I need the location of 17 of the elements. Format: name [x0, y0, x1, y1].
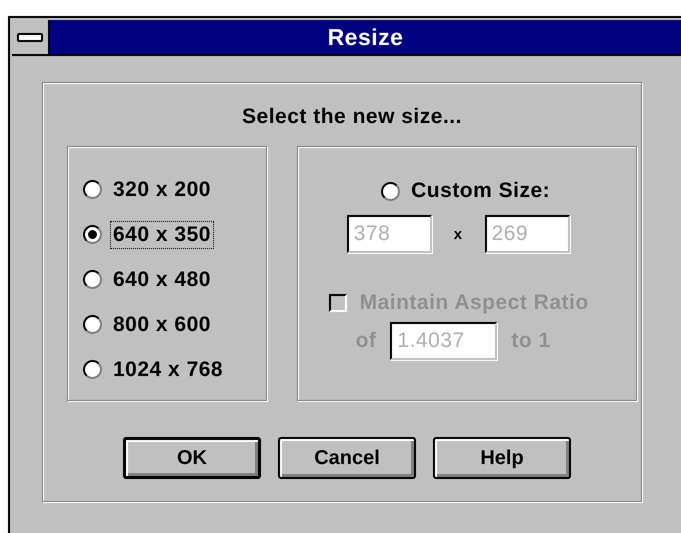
size-option-label[interactable]: 800 x 600: [110, 310, 214, 338]
radio-button[interactable]: [83, 360, 102, 379]
radio-button[interactable]: [83, 225, 102, 244]
dialog-button[interactable]: Cancel: [278, 437, 416, 479]
ok-button[interactable]: OK: [123, 437, 261, 479]
size-option-label[interactable]: 640 x 350: [110, 220, 214, 248]
size-option-label[interactable]: 1024 x 768: [110, 356, 226, 384]
size-option-label[interactable]: 640 x 480: [110, 266, 214, 294]
minus-icon: [17, 32, 43, 42]
size-option-label[interactable]: 320 x 200: [110, 176, 214, 204]
radio-button[interactable]: [83, 180, 102, 199]
radio-button[interactable]: [83, 315, 102, 334]
dialog-button[interactable]: Help: [433, 437, 571, 479]
radio-button[interactable]: [83, 270, 102, 289]
window-title: Resize: [50, 20, 681, 54]
prompt-text: Select the new size...: [241, 105, 463, 129]
times-label: x: [454, 226, 463, 242]
